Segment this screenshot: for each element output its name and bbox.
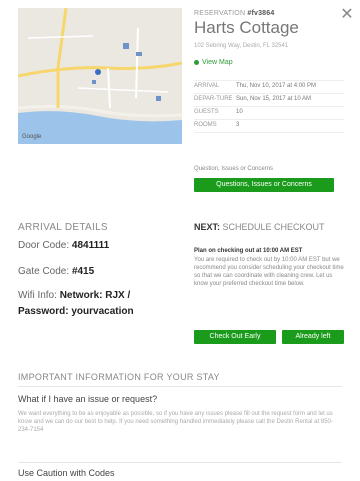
- property-map[interactable]: Google: [18, 8, 182, 144]
- wifi-info: Wifi Info: Network: RJX /: [18, 290, 130, 301]
- property-address: 102 Sebring Way, Destin, FL 32541: [194, 43, 289, 49]
- close-icon[interactable]: ✕: [340, 7, 354, 23]
- detail-value: Sun, Nov 15, 2017 at 10 AM: [236, 96, 312, 102]
- gate-code-label: Gate Code:: [18, 266, 70, 277]
- detail-row: Arrival Thu, Nov 10, 2017 at 4:00 PM: [194, 81, 344, 94]
- wifi-label: Wifi Info:: [18, 290, 57, 301]
- door-code-value: 4841111: [71, 240, 110, 251]
- divider: [18, 462, 342, 463]
- faq-answer: We want everything to be as enjoyable as…: [18, 411, 333, 433]
- view-map-label: View Map: [202, 59, 233, 66]
- door-code-label: Door Code:: [18, 240, 70, 251]
- important-info-title: IMPORTANT INFORMATION FOR YOUR STAY: [18, 372, 220, 382]
- wifi-password: Password: yourvacation: [18, 306, 134, 317]
- wifi-network: Network: RJX /: [59, 290, 131, 301]
- detail-key: Depar-ture: [194, 96, 233, 102]
- detail-key: Arrival: [194, 83, 220, 89]
- check-out-early-button[interactable]: Check Out Early: [194, 330, 276, 344]
- reservation-line: RESERVATION #fv3864: [194, 10, 274, 17]
- already-left-button[interactable]: Already left: [282, 330, 344, 344]
- checkout-body: You are required to check out by 10:00 A…: [194, 257, 344, 287]
- detail-key: Rooms: [194, 122, 217, 128]
- checkout-subtitle: Plan on checking out at 10:00 AM EST: [194, 248, 303, 254]
- map-pin-icon: [194, 59, 199, 65]
- view-map-link[interactable]: View Map: [194, 59, 233, 66]
- detail-key: Guests: [194, 109, 219, 115]
- divider: [18, 386, 342, 387]
- faq-question[interactable]: Use Caution with Codes: [18, 468, 115, 478]
- wifi-password-line: Password: yourvacation: [18, 306, 134, 317]
- detail-value: 10: [236, 109, 243, 115]
- map-graphic: Google: [18, 8, 182, 144]
- next-prefix: NEXT:: [194, 222, 221, 232]
- questions-button[interactable]: Questions, Issues or Concerns: [194, 178, 334, 192]
- reservation-number: #fv3864: [247, 10, 275, 17]
- faq-question[interactable]: What if I have an issue or request?: [18, 394, 157, 404]
- detail-row: Guests 10: [194, 107, 344, 120]
- arrival-details-title: ARRIVAL DETAILS: [18, 222, 108, 233]
- map-pin-icon[interactable]: [95, 69, 101, 75]
- next-step-title: NEXT: SCHEDULE CHECKOUT: [194, 222, 344, 232]
- reservation-prefix: RESERVATION: [194, 10, 246, 17]
- detail-row: Rooms 3: [194, 120, 344, 133]
- next-title-text: SCHEDULE CHECKOUT: [222, 222, 325, 232]
- detail-value: Thu, Nov 10, 2017 at 4:00 PM: [236, 83, 317, 89]
- gate-code: Gate Code: #415: [18, 266, 94, 277]
- gate-code-value: #415: [71, 266, 95, 277]
- reservation-details: Arrival Thu, Nov 10, 2017 at 4:00 PM Dep…: [194, 80, 344, 133]
- door-code: Door Code: 4841111: [18, 240, 109, 251]
- detail-row: Depar-ture Sun, Nov 15, 2017 at 10 AM: [194, 94, 344, 107]
- property-name: Harts Cottage: [194, 18, 299, 37]
- svg-text:Google: Google: [22, 134, 42, 140]
- detail-value: 3: [236, 122, 240, 128]
- questions-label: Question, Issues or Concerns: [194, 166, 274, 172]
